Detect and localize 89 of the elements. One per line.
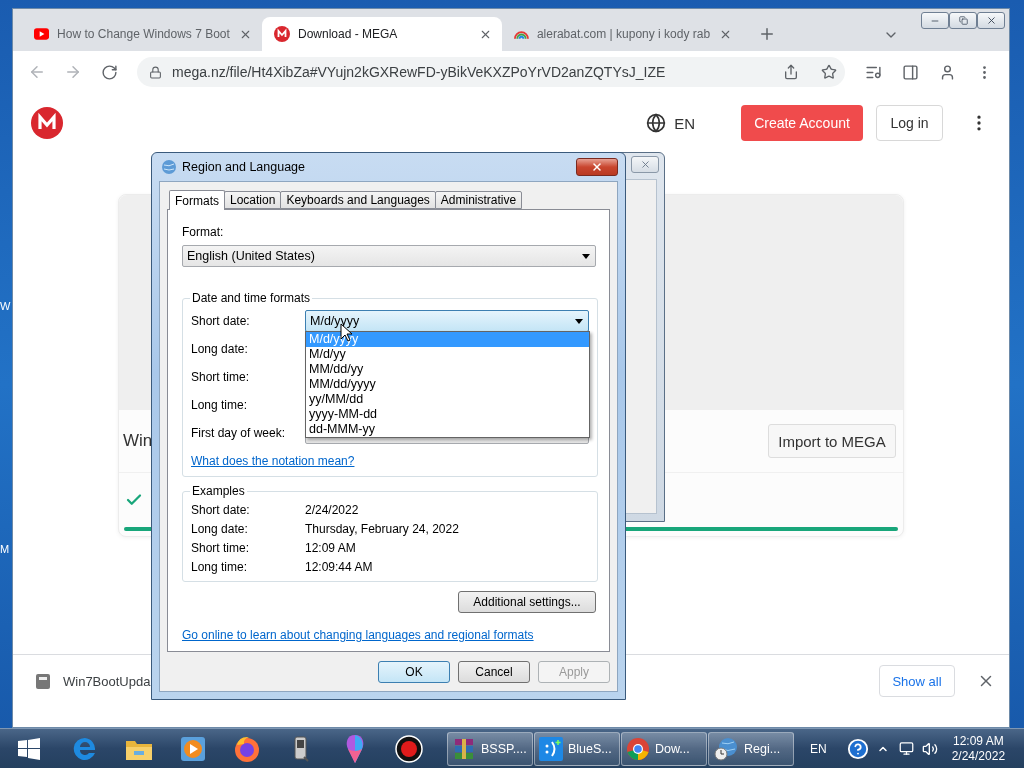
windows-logo-icon (17, 737, 41, 760)
field-label: Long date: (191, 342, 249, 356)
dropdown-option[interactable]: dd-MMM-yy (306, 422, 589, 437)
window-title: Region and Language (182, 160, 306, 174)
device-icon (292, 734, 310, 763)
close-icon (985, 15, 997, 26)
record-icon (395, 734, 423, 763)
import-button[interactable]: Import to MEGA (768, 424, 896, 458)
show-all-button[interactable]: Show all (879, 665, 955, 697)
field-label: Long time: (191, 398, 249, 412)
desktop-icon-label: M (0, 543, 10, 555)
desktop-icon-label: W (0, 300, 11, 312)
field-label: Short date: (191, 314, 251, 328)
group-title: Date and time formats (191, 291, 312, 305)
fox-globe-icon (233, 734, 261, 763)
close-icon (591, 161, 603, 173)
browser-swirl-icon (72, 735, 98, 762)
file-icon (33, 671, 53, 691)
taskbar-button[interactable]: Regi... (708, 731, 794, 766)
volume-icon[interactable] (921, 740, 938, 757)
field-label: Short time: (191, 541, 251, 555)
close-icon (639, 159, 651, 170)
side-panel-icon[interactable] (902, 63, 919, 81)
taskbar-button[interactable]: BSSP.... (447, 731, 533, 766)
dialog-tab[interactable]: Administrative (434, 191, 523, 209)
caret-icon (575, 318, 583, 324)
dialog-tab[interactable]: Location (224, 191, 282, 209)
restore-button[interactable] (949, 12, 977, 29)
close-button[interactable] (576, 158, 618, 176)
media-player-icon (180, 735, 206, 762)
download-file-name: Win7BootUpda (63, 673, 151, 689)
field-label: Long time: (191, 560, 249, 574)
example-value: 12:09:44 AM (305, 560, 374, 574)
language-indicator[interactable]: EN (810, 741, 827, 756)
play-logo-icon (34, 28, 50, 40)
field-label: First day of week: (191, 426, 287, 440)
help-link[interactable]: Go online to learn about changing languages and regional formats (182, 628, 534, 642)
plus-icon (758, 25, 776, 43)
dropdown-option[interactable]: MM/dd/yyyy (306, 377, 589, 392)
dropdown-option[interactable]: yy/MM/dd (306, 392, 589, 407)
taskbar-button[interactable]: Dow... (621, 731, 707, 766)
close-button[interactable] (977, 12, 1005, 29)
minimize-button[interactable] (921, 12, 949, 29)
restore-icon (958, 16, 968, 25)
address-bar[interactable]: mega.nz/file/Ht4XibZa#VYujn2kGXRewFD-yBikVeKXZPoYrVD2anZQTYsJ_IZE (137, 57, 845, 87)
field-label: Short time: (191, 370, 251, 384)
additional-settings-button[interactable]: Additional settings... (458, 591, 596, 613)
dialog-button[interactable]: Cancel (458, 661, 530, 683)
help-link[interactable]: What does the notation mean? (191, 454, 355, 468)
browser-tab[interactable]: Download - MEGA (262, 17, 502, 51)
archive-icon (452, 736, 476, 761)
browser-tab[interactable]: How to Change Windows 7 Boot (22, 17, 262, 51)
taskbar-button[interactable]: BlueS... (534, 731, 620, 766)
smiley-icon (539, 736, 563, 761)
file-name: Win (123, 431, 153, 451)
chrome-icon (626, 736, 650, 761)
example-value: 2/24/2022 (305, 503, 360, 517)
star-icon[interactable] (821, 64, 837, 80)
reload-icon (100, 63, 118, 81)
network-icon[interactable] (898, 741, 914, 756)
format-combo-box[interactable]: English (United States) (182, 245, 596, 267)
help-icon[interactable] (846, 737, 869, 760)
dialog-button[interactable]: OK (378, 661, 450, 683)
browser-tab[interactable]: alerabat.com | kupony i kody rab (502, 17, 742, 51)
clock[interactable]: 12:09 AM 2/24/2022 (951, 733, 1006, 764)
language-button[interactable]: EN (640, 112, 701, 134)
logo-icon (274, 26, 290, 42)
login-button[interactable]: Log in (876, 105, 943, 141)
dropdown-option[interactable]: M/d/yy (306, 347, 589, 362)
globe-icon (161, 159, 177, 175)
share-icon[interactable] (783, 64, 799, 80)
caret-icon (582, 253, 590, 259)
create-account-button[interactable]: Create Account (741, 105, 863, 141)
lock-icon (149, 65, 162, 79)
field-label: Short date: (191, 503, 251, 517)
globe-icon (646, 113, 667, 133)
forward-arrow-icon (64, 63, 82, 81)
profile-icon[interactable] (939, 63, 956, 81)
example-value: 12:09 AM (305, 541, 357, 555)
field-label: Format: (182, 225, 225, 239)
dialog-tab[interactable]: Formats (169, 190, 225, 210)
logo-icon (31, 107, 63, 139)
dropdown-option[interactable]: MM/dd/yy (306, 362, 589, 377)
dropdown-option[interactable]: yyyy-MM-dd (306, 407, 589, 422)
field-label: Long date: (191, 522, 249, 536)
dialog-tab[interactable]: Keyboards and Languages (280, 191, 436, 209)
example-value: Thursday, February 24, 2022 (305, 522, 460, 536)
globe-clock-icon (713, 736, 739, 761)
group-title: Examples (191, 484, 246, 498)
